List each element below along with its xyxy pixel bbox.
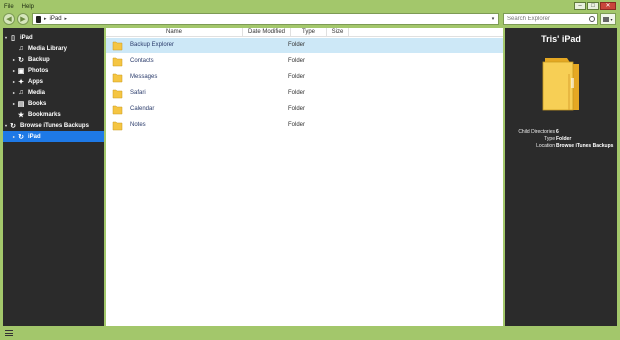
status-bar: [0, 327, 620, 340]
itunes-backups-icon: ↻: [10, 122, 16, 130]
sidebar-item-browse-itunes-backups[interactable]: ▾ ↻ Browse iTunes Backups: [3, 120, 104, 131]
sidebar-item-label: iPad: [20, 34, 33, 41]
list-item[interactable]: Safari Folder: [106, 86, 503, 101]
search-icon[interactable]: [589, 16, 595, 22]
column-header-type[interactable]: Type: [291, 28, 327, 37]
sidebar-item-ipad[interactable]: ▾ ▯ iPad: [3, 32, 104, 43]
sidebar-item-apps[interactable]: ▸ ✦ Apps: [3, 76, 104, 87]
list-item[interactable]: Calendar Folder: [106, 102, 503, 117]
sidebar-item-books[interactable]: ▸ ▤ Books: [3, 98, 104, 109]
sidebar-item-backup[interactable]: ▸ ↻ Backup: [3, 54, 104, 65]
sidebar-item-photos[interactable]: ▸ ▣ Photos: [3, 65, 104, 76]
backup-icon: ↻: [18, 56, 24, 64]
item-name: Contacts: [130, 58, 154, 64]
back-button[interactable]: ◀: [3, 13, 15, 25]
photos-icon: ▣: [17, 67, 25, 75]
breadcrumb-separator-icon: ▸: [64, 16, 68, 22]
books-icon: ▤: [17, 100, 25, 108]
sidebar-item-media[interactable]: ▸ ♫ Media: [3, 87, 104, 98]
item-type: Folder: [288, 74, 306, 80]
window-controls: – □ ✕: [574, 2, 616, 10]
maximize-button[interactable]: □: [587, 2, 599, 10]
item-type: Folder: [288, 42, 306, 48]
sidebar-item-label: Apps: [28, 78, 43, 85]
folder-icon: [112, 41, 123, 51]
folder-icon: [112, 73, 123, 83]
close-button[interactable]: ✕: [600, 2, 616, 10]
list-item[interactable]: Messages Folder: [106, 70, 503, 85]
breadcrumb-ipad[interactable]: iPad: [50, 16, 62, 22]
list-item[interactable]: Backup Explorer Folder: [106, 38, 503, 53]
media-icon: ♫: [18, 89, 24, 96]
item-type: Folder: [288, 90, 306, 96]
file-list: Name Date Modified Type Size Backup Expl…: [106, 28, 503, 326]
list-item[interactable]: Notes Folder: [106, 118, 503, 133]
item-type: Folder: [288, 122, 306, 128]
item-name: Messages: [130, 74, 158, 80]
address-dropdown-icon[interactable]: ▾: [489, 15, 497, 23]
backup-ipad-icon: ↻: [18, 133, 24, 141]
sidebar-item-label: iPad: [28, 133, 41, 140]
sidebar-tree: ▾ ▯ iPad ♫ Media Library ▸ ↻ Backup ▸ ▣ …: [3, 28, 104, 326]
apps-icon: ✦: [18, 78, 24, 86]
column-header-date-modified[interactable]: Date Modified: [243, 28, 291, 37]
sidebar-item-label: Media Library: [28, 45, 68, 52]
item-type: Folder: [288, 106, 306, 112]
large-folder-icon: [542, 58, 579, 111]
menu-help[interactable]: Help: [22, 4, 34, 10]
item-name: Notes: [130, 122, 146, 128]
item-type: Folder: [288, 58, 306, 64]
chevron-down-icon: ▾: [610, 16, 613, 22]
property-value: Folder: [556, 136, 572, 142]
forward-button[interactable]: ▶: [17, 13, 29, 25]
sidebar-item-media-library[interactable]: ♫ Media Library: [3, 43, 104, 54]
menu-file[interactable]: File: [4, 4, 14, 10]
search-input[interactable]: [507, 16, 587, 22]
item-name: Backup Explorer: [130, 42, 175, 48]
search-box[interactable]: [503, 13, 598, 25]
property-key: Type: [544, 136, 555, 142]
column-header-size[interactable]: Size: [327, 28, 349, 37]
info-title: Tris' iPad: [541, 34, 581, 44]
device-icon: [36, 15, 41, 23]
address-bar[interactable]: ▸ iPad ▸ ▾: [32, 13, 499, 25]
property-key: Child Directories: [518, 129, 555, 135]
folder-icon: [112, 105, 123, 115]
folder-icon: [112, 57, 123, 67]
sidebar-item-label: Books: [28, 100, 47, 107]
info-panel: Tris' iPad Child Directories 6 Type Fold…: [505, 28, 617, 326]
sidebar-item-label: Backup: [28, 56, 50, 63]
property-value: Browse iTunes Backups: [556, 143, 614, 149]
column-header-name[interactable]: Name: [106, 28, 243, 37]
folder-icon: [112, 121, 123, 131]
item-name: Safari: [130, 90, 146, 96]
sidebar-item-label: Bookmarks: [28, 111, 61, 118]
sidebar-item-backup-ipad[interactable]: ▸ ↻ iPad: [3, 131, 104, 142]
property-value: 6: [556, 129, 559, 135]
sidebar-item-bookmarks[interactable]: ★ Bookmarks: [3, 109, 104, 120]
sidebar-item-label: Photos: [28, 67, 49, 74]
app-window: File Help – □ ✕ ◀ ▶ ▸ iPad ▸ ▾ ▾ ▾ ▯ iPa…: [0, 0, 620, 340]
sidebar-item-label: Media: [28, 89, 46, 96]
minimize-button[interactable]: –: [574, 2, 586, 10]
breadcrumb-separator-icon: ▸: [44, 16, 47, 22]
hamburger-menu-icon[interactable]: [5, 330, 13, 336]
view-icon: [603, 16, 610, 22]
bookmarks-icon: ★: [17, 111, 25, 119]
menu-bar: File Help: [4, 2, 34, 12]
ipad-icon: ▯: [11, 34, 15, 42]
music-icon: ♫: [18, 45, 24, 52]
view-mode-button[interactable]: ▾: [600, 13, 616, 25]
item-name: Calendar: [130, 106, 155, 112]
list-item[interactable]: Contacts Folder: [106, 54, 503, 69]
column-headers: Name Date Modified Type Size: [106, 28, 503, 37]
folder-icon: [112, 89, 123, 99]
property-key: Location: [536, 143, 555, 149]
toolbar: ◀ ▶ ▸ iPad ▸ ▾ ▾: [0, 12, 620, 26]
sidebar-item-label: Browse iTunes Backups: [20, 122, 89, 129]
